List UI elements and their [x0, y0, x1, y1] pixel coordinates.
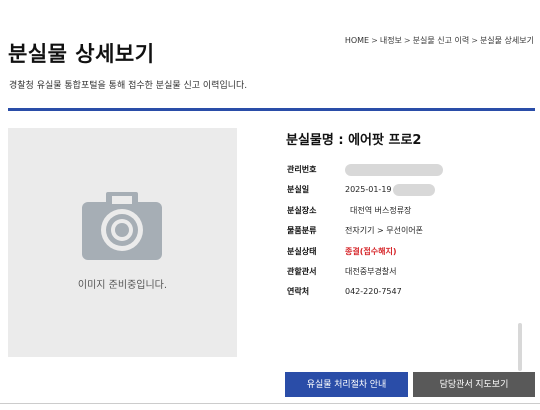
info-row-status: 분실상태 종결(접수해지) [287, 245, 487, 265]
breadcrumb-report-history[interactable]: 분실물 신고 이력 [413, 36, 470, 45]
breadcrumb-home[interactable]: HOME [345, 36, 369, 45]
breadcrumb: HOME > 내정보 > 분실물 신고 이력 > 분실물 상세보기 [345, 35, 534, 46]
info-label: 관할관서 [287, 266, 317, 276]
info-row-contact: 연락처 042-220-7547 [287, 285, 487, 305]
item-photo-placeholder: 이미지 준비중입니다. [8, 128, 237, 357]
breadcrumb-separator: > [403, 36, 411, 45]
redacted-block [345, 163, 443, 176]
page-description: 경찰청 유실물 통합포털을 통해 접수한 분실물 신고 이력입니다. [9, 81, 248, 91]
lost-place-value: 대전역 버스정류장 [350, 205, 412, 215]
breadcrumb-my-info[interactable]: 내정보 [380, 36, 402, 45]
station-map-button[interactable]: 담당관서 지도보기 [413, 372, 535, 397]
info-label: 분실일 [287, 185, 310, 195]
info-label: 관리번호 [287, 165, 317, 174]
info-row-category: 물품분류 전자기기 > 무선이어폰 [287, 224, 487, 244]
breadcrumb-separator: > [471, 36, 478, 45]
lost-date-value: 2025-01-19 [345, 183, 435, 197]
lost-date-text: 2025-01-19 [345, 185, 392, 195]
breadcrumb-separator: > [371, 36, 378, 45]
info-label: 분실장소 [287, 205, 317, 215]
police-station-value: 대전중부경찰서 [345, 266, 397, 276]
item-info-list: 관리번호 분실일 2025-01-19 분실장소 대전역 버스정류장 물품분류 … [287, 163, 487, 306]
contact-value: 042-220-7547 [345, 287, 402, 297]
no-image-text: 이미지 준비중입니다. [77, 280, 168, 291]
breadcrumb-current: 분실물 상세보기 [479, 36, 534, 45]
status-badge: 종결(접수해지) [345, 246, 397, 256]
info-row-management-number: 관리번호 [287, 163, 487, 183]
info-row-lost-date: 분실일 2025-01-19 [287, 183, 487, 203]
info-label: 연락처 [287, 287, 310, 297]
title-divider [8, 108, 535, 111]
page-title: 분실물 상세보기 [8, 42, 155, 66]
info-label: 물품분류 [287, 226, 317, 236]
info-row-lost-place: 분실장소 대전역 버스정류장 [287, 204, 487, 224]
info-label: 분실상태 [287, 246, 317, 256]
camera-icon [82, 192, 162, 260]
processing-guide-button[interactable]: 유실물 처리절차 안내 [285, 372, 408, 397]
info-row-police-station: 관할관서 대전중부경찰서 [287, 265, 487, 285]
management-number-value [345, 163, 443, 177]
item-name: 분실물명 : 에어팟 프로2 [286, 133, 422, 148]
bottom-divider [0, 403, 540, 404]
redacted-block [392, 183, 435, 196]
scrollbar[interactable] [518, 323, 522, 371]
category-value: 전자기기 > 무선이어폰 [345, 226, 424, 236]
